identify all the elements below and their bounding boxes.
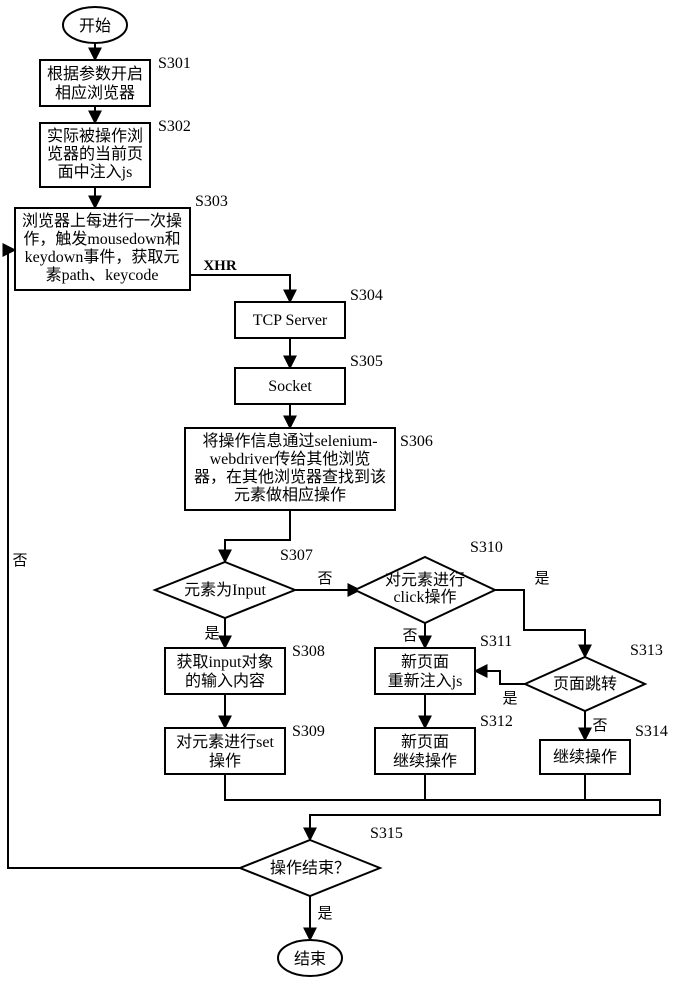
edge-label-s310-yes: 是 — [534, 571, 549, 587]
node-s301-line1: 根据参数开启 — [47, 65, 143, 83]
label-s307: S307 — [280, 547, 313, 564]
node-s314-text: 继续操作 — [553, 748, 617, 766]
node-s302-line3: 面中注入js — [58, 163, 133, 181]
node-s302-line2: 览器的当前页 — [47, 145, 143, 163]
edge-label-s315-yes: 是 — [317, 906, 332, 922]
node-s306-line3: 器，在其他浏览器查找到该 — [194, 468, 386, 486]
node-s310-line2: click操作 — [393, 588, 456, 606]
label-s302: S302 — [158, 118, 191, 135]
label-s313: S313 — [630, 642, 663, 659]
node-s303-line1: 浏览器上每进行一次操 — [22, 212, 182, 230]
node-s303-line2: 作，触发mousedown和 — [23, 230, 180, 248]
edge-label-s310-no: 否 — [402, 628, 417, 644]
edge-label-s313-yes: 是 — [502, 691, 517, 707]
node-s308-line1: 获取input对象 — [177, 653, 274, 671]
label-s303: S303 — [195, 193, 228, 210]
node-s306-line2: webdriver传给其他浏览 — [210, 450, 371, 468]
edge-label-s313-no: 否 — [592, 718, 607, 734]
label-s305: S305 — [350, 353, 383, 370]
edge-label-s315-no: 否 — [12, 553, 27, 569]
label-s314: S314 — [635, 723, 668, 740]
node-s308-line2: 的输入内容 — [185, 672, 265, 690]
edge-merge-s315 — [225, 774, 660, 840]
node-s312-line1: 新页面 — [401, 733, 449, 751]
node-s306-line1: 将操作信息通过selenium- — [202, 432, 377, 450]
node-s305-text: Socket — [268, 378, 312, 395]
edge-label-xhr: XHR — [203, 258, 237, 274]
label-s315: S315 — [370, 825, 403, 842]
label-s311: S311 — [480, 633, 512, 650]
node-s313-text: 页面跳转 — [553, 675, 617, 693]
node-s311-line2: 重新注入js — [388, 672, 463, 690]
edge-s315-loop — [8, 250, 240, 868]
edge-s313-s311 — [475, 671, 525, 684]
label-s309: S309 — [292, 723, 325, 740]
node-s304-text: TCP Server — [253, 312, 328, 329]
edge-label-s307-no: 否 — [317, 571, 332, 587]
node-s315-text: 操作结束？ — [270, 859, 350, 877]
label-s312: S312 — [480, 713, 513, 730]
node-s307-text: 元素为Input — [184, 581, 266, 599]
node-s309-line1: 对元素进行set — [176, 733, 274, 751]
label-s308: S308 — [292, 643, 325, 660]
node-s312-line2: 继续操作 — [393, 752, 457, 770]
node-s301-line2: 相应浏览器 — [55, 83, 135, 102]
label-s310: S310 — [470, 539, 503, 556]
label-s301: S301 — [158, 55, 191, 72]
flowchart-diagram: 开始 根据参数开启 相应浏览器 S301 实际被操作浏 览器的当前页 面中注入j… — [0, 0, 676, 1000]
node-start-text: 开始 — [79, 17, 111, 35]
label-s306: S306 — [400, 433, 433, 450]
node-s311-line1: 新页面 — [401, 653, 449, 671]
edge-label-s307-yes: 是 — [204, 626, 219, 642]
edge-s303-s304 — [190, 275, 290, 302]
node-s306-line4: 元素做相应操作 — [234, 485, 346, 504]
node-end-text: 结束 — [294, 950, 326, 968]
label-s304: S304 — [350, 287, 383, 304]
node-s303-line3: keydown事件，获取元 — [25, 248, 180, 266]
node-s309-line2: 操作 — [209, 752, 241, 770]
node-s303-line4: 素path、keycode — [46, 266, 159, 284]
node-s302-line1: 实际被操作浏 — [47, 127, 143, 145]
node-s310-line1: 对元素进行 — [385, 571, 465, 589]
